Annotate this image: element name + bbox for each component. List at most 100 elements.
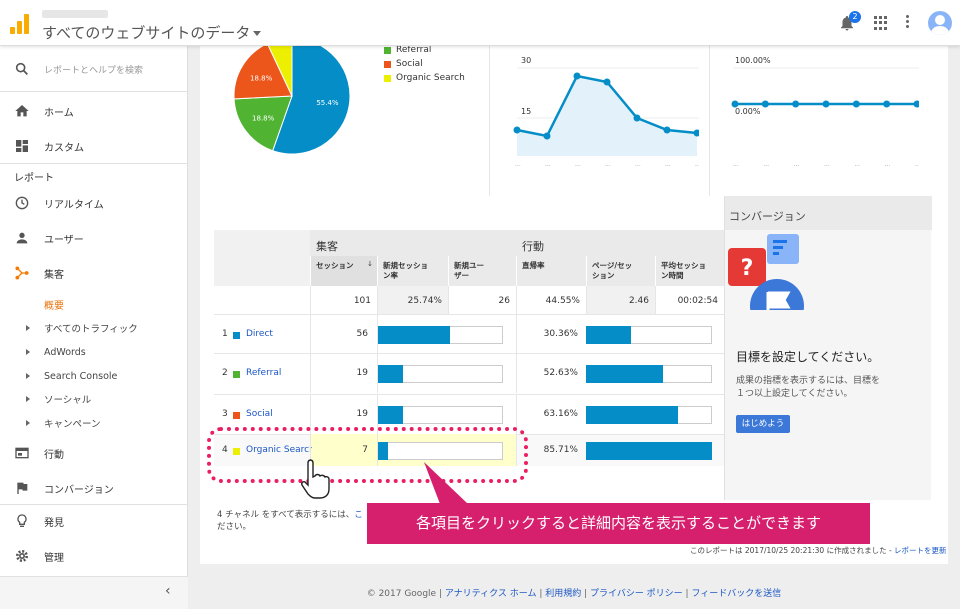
sidebar-item-search-console[interactable]: Search Console [0,369,188,383]
data-point[interactable] [663,126,671,134]
channel-link[interactable]: Referral [246,368,312,380]
y-tick-label: 100.00% [735,56,771,65]
sidebar-item-overview[interactable]: 概要 [0,297,188,312]
sidebar-item-custom[interactable]: カスタム [0,135,188,157]
data-point[interactable] [792,100,800,108]
sidebar-item-behavior[interactable]: 行動 [0,442,188,464]
column-header[interactable]: 新規ユー ザー [448,256,516,286]
legend-label: Social [396,59,423,69]
x-tick-label: ... [665,161,671,168]
column-header[interactable]: 平均セッショ ン時間 [655,256,724,286]
conversion-desc-2: １つ以上設定してください。 [736,389,853,399]
data-point[interactable] [633,114,641,122]
sidebar-item-label: ユーザー [44,234,84,246]
data-point[interactable] [513,126,521,134]
sidebar-item-all-traffic[interactable]: すべてのトラフィック [0,321,188,335]
totals-value: 2.46 [628,296,649,306]
sidebar-item-adwords[interactable]: AdWords [0,345,188,359]
note-text: ださい。 [217,522,252,532]
x-tick-label: ... [885,161,891,168]
column-divider [377,353,378,393]
sidebar-item-home[interactable]: ホーム [0,100,188,122]
feedback-link[interactable]: フィードバックを送信 [691,589,781,599]
channel-link[interactable]: Social [246,409,312,421]
legend-swatch [384,74,391,82]
sessions-cell: 56 [356,329,368,339]
reports-section-label: レポート [0,168,188,184]
data-point[interactable] [822,100,830,108]
channel-swatch [233,370,240,378]
data-point[interactable] [603,78,611,86]
sidebar-item-campaign[interactable]: キャンペーン [0,416,188,430]
triangle-right-icon [26,396,30,402]
sidebar-item-label: AdWords [44,346,86,358]
privacy-link[interactable]: プライバシー ポリシー [590,589,683,599]
collapse-sidebar-button[interactable]: ‹ [0,576,188,609]
caret-down-icon [253,31,262,36]
column-header[interactable]: ページ/セッ ション [586,256,655,286]
data-point[interactable] [573,72,581,80]
note-link[interactable]: こ [354,510,363,520]
sidebar-item-label: キャンペーン [44,419,101,430]
property-selector[interactable]: すべてのウェブサイトのデータ [42,22,262,43]
sidebar-item-discover[interactable]: 発見 [0,510,188,532]
sidebar-item-realtime[interactable]: リアルタイム [0,192,188,214]
triangle-right-icon [26,325,30,331]
terms-link[interactable]: 利用規約 [545,589,581,599]
pie-slice-label: 55.4% [316,99,339,107]
data-point[interactable] [761,100,769,108]
column-divider [377,314,378,354]
sidebar-item-conversions[interactable]: コンバージョン [0,477,188,499]
sidebar-item-label: ホーム [44,107,74,119]
legend-label: Referral [396,45,432,55]
report-info-text: このレポートは 2017/10/25 20:21:30 に作成されました - [690,546,895,555]
sidebar-item-label: 概要 [44,300,64,312]
analytics-home-link[interactable]: アナリティクス ホーム [445,589,537,599]
data-point[interactable] [852,100,860,108]
highlight-outline [207,427,528,483]
bar-fill [586,442,712,460]
property-title: すべてのウェブサイトのデータ [42,24,251,42]
sidebar-item-social[interactable]: ソーシャル [0,392,188,406]
sidebar-item-label: カスタム [44,142,84,154]
apps-grid-icon[interactable] [874,16,888,30]
sidebar-item-label: コンバージョン [44,484,114,496]
refresh-report-link[interactable]: レポートを更新 [894,546,947,555]
search-row[interactable]: レポートとヘルプを検索 [0,58,188,80]
sidebar-item-label: 集客 [44,269,64,281]
column-header[interactable]: セッション ↓ [310,256,377,286]
legend-swatch [384,60,391,68]
analytics-logo-icon[interactable] [10,14,30,34]
data-point[interactable] [731,100,739,108]
column-header[interactable]: 新規セッショ ン率 [377,256,448,286]
x-tick-label: ... [794,161,800,168]
sidebar-item-label: ソーシャル [44,395,92,406]
more-vert-icon[interactable] [906,15,910,31]
note-text: 4 チャネル をすべて表示するには、 [217,510,355,520]
search-input[interactable]: レポートとヘルプを検索 [44,63,143,76]
pie-legend: Referral Social Organic Search [384,43,465,85]
channel-swatch [233,331,240,339]
sessions-area-chart: 30 15..................... [513,56,699,168]
column-header[interactable]: 直帰率 [516,256,586,286]
triangle-right-icon [26,349,30,355]
sidebar-item-acquisition[interactable]: 集客 [0,262,188,284]
column-header-label: 新規セッショ ン率 [383,261,428,280]
sidebar-item-admin[interactable]: 管理 [0,545,188,567]
data-point[interactable] [543,132,551,140]
x-tick-label: ... [915,161,919,168]
sidebar-item-label: リアルタイム [44,199,104,211]
x-tick-label: ... [605,161,611,168]
triangle-right-icon [26,373,30,379]
sidebar-item-users[interactable]: ユーザー [0,227,188,249]
avatar[interactable] [928,11,952,35]
bar-fill [586,365,663,383]
data-point[interactable] [883,100,891,108]
bar-fill [586,326,631,344]
sidebar-item-label: 発見 [44,517,64,529]
get-started-button[interactable]: はじめよう [736,415,790,433]
flag-icon [17,482,28,494]
column-divider [516,314,517,354]
channel-link[interactable]: Direct [246,329,312,341]
data-point[interactable] [913,100,920,108]
